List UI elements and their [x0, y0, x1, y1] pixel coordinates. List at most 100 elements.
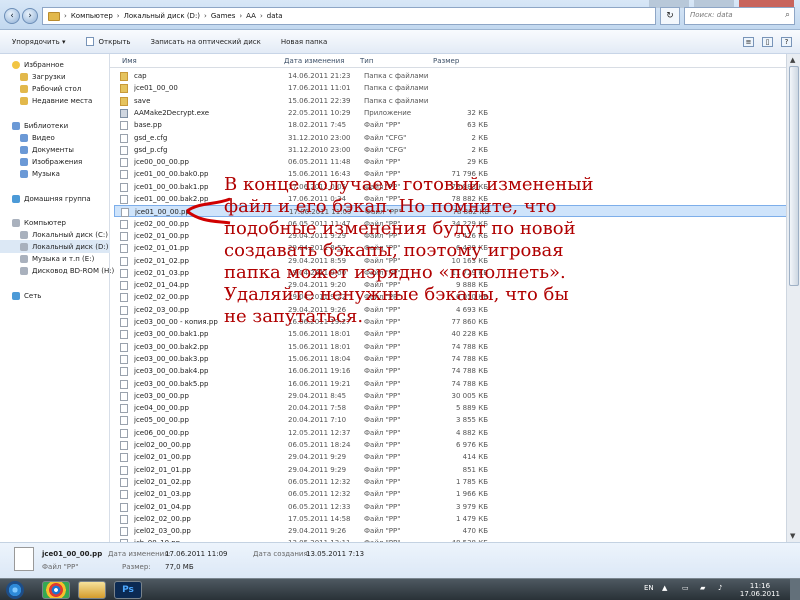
breadcrumb-drive-d[interactable]: Локальный диск (D:)	[124, 12, 200, 20]
file-size: 2 КБ	[471, 145, 488, 154]
file-row[interactable]: jcel02_01_03.pp 06.05.2011 12:32 Файл "PP"…	[114, 488, 788, 500]
address-bar[interactable]: › Компьютер › Локальный диск (D:) › Game…	[42, 7, 656, 25]
show-desktop-button[interactable]	[790, 579, 800, 600]
language-indicator[interactable]: EN	[644, 584, 654, 592]
scroll-up-icon[interactable]: ▲	[790, 56, 798, 64]
refresh-icon[interactable]: ↻	[660, 7, 680, 25]
organize-button[interactable]: Упорядочить ▾	[12, 38, 66, 46]
sidebar-item-homegroup[interactable]: Домашняя группа	[12, 192, 91, 205]
file-icon	[120, 502, 128, 512]
file-icon	[120, 256, 128, 266]
file-row[interactable]: jce03_00_00.bak2.pp 15.06.2011 18:01 Файл …	[114, 341, 788, 353]
file-icon	[120, 342, 128, 352]
file-size: 414 КБ	[462, 453, 488, 462]
music-library-icon	[20, 169, 28, 178]
sidebar-item-network[interactable]: Сеть	[12, 289, 41, 302]
explorer-titlebar: ‹ › › Компьютер › Локальный диск (D:) › …	[0, 0, 800, 30]
view-options-icon[interactable]: ≡	[743, 37, 754, 47]
sidebar-item-music[interactable]: Музыка	[20, 167, 60, 180]
file-size: 4 882 КБ	[455, 428, 488, 437]
open-button-label: Открыть	[98, 38, 131, 46]
file-row[interactable]: jcel02_02_00.pp 17.05.2011 14:58 Файл "PP"…	[114, 513, 788, 525]
file-row[interactable]: jce06_00_00.pp 12.05.2011 12:37 Файл "PP" 4…	[114, 427, 788, 439]
local-disk-icon	[20, 242, 28, 251]
breadcrumb-games[interactable]: Games	[211, 12, 236, 20]
file-size: 29 КБ	[467, 158, 488, 167]
back-button[interactable]: ‹	[4, 8, 20, 24]
file-icon	[120, 305, 128, 315]
preview-pane-icon[interactable]: ▯	[762, 37, 773, 47]
disc-drive-icon	[20, 266, 28, 275]
favorites-star-icon	[12, 60, 20, 69]
breadcrumb-separator: ›	[204, 12, 207, 20]
tray-arrow-icon[interactable]: ▲	[662, 584, 667, 592]
file-row[interactable]: jce03_00_00.bak4.pp 16.06.2011 19:16 Файл …	[114, 365, 788, 377]
file-name: base.pp	[134, 121, 162, 130]
explorer-taskbar-icon[interactable]	[78, 581, 106, 599]
annotation-text: В конце получаем готовый измененый файл …	[224, 174, 594, 327]
file-icon	[120, 145, 128, 155]
breadcrumb-data[interactable]: data	[267, 12, 283, 20]
file-size: 3 979 КБ	[455, 502, 488, 511]
file-date-modified: 12.05.2011 12:37	[288, 428, 351, 437]
file-row[interactable]: gsd_p.cfg 31.12.2010 23:00 Файл "CFG" 2 КБ	[114, 144, 788, 156]
file-row[interactable]: jce03_00_00.pp 29.04.2011 8:45 Файл "PP" 30…	[114, 390, 788, 402]
file-size: 470 КБ	[462, 527, 488, 536]
file-type: Папка с файлами	[364, 96, 429, 105]
sidebar-item-label: Изображения	[32, 157, 83, 166]
file-name: jce06_00_00.pp	[134, 428, 189, 437]
photoshop-taskbar-icon[interactable]: Ps	[114, 581, 142, 599]
file-icon	[120, 453, 128, 463]
file-icon	[120, 477, 128, 487]
file-row[interactable]: jcel02_00_00.pp 06.05.2011 18:24 Файл "PP"…	[114, 439, 788, 451]
search-input[interactable]: Поиск: data ⌕	[684, 7, 795, 25]
burn-disc-button[interactable]: Записать на оптический диск	[151, 38, 261, 46]
system-clock[interactable]: 11:16 17.06.2011	[740, 582, 780, 598]
vertical-scrollbar[interactable]: ▲ ▼	[786, 54, 800, 542]
new-folder-button[interactable]: Новая папка	[281, 38, 327, 46]
file-name: save	[134, 96, 151, 105]
breadcrumb-separator: ›	[64, 12, 67, 20]
documents-library-icon	[20, 145, 28, 154]
file-row[interactable]: cap 14.06.2011 21:23 Папка с файлами	[114, 70, 788, 82]
breadcrumb-aa[interactable]: AA	[246, 12, 256, 20]
file-row[interactable]: jcel02_03_00.pp 29.04.2011 9:26 Файл "PP" 4…	[114, 525, 788, 537]
file-date-modified: 06.05.2011 12:32	[288, 477, 351, 486]
help-icon[interactable]: ?	[781, 37, 792, 47]
file-row[interactable]: jce00_00_00.pp 06.05.2011 11:48 Файл "PP" 2…	[114, 156, 788, 168]
network-icon	[12, 291, 20, 300]
file-row[interactable]: jcel02_01_04.pp 06.05.2011 12:33 Файл "PP"…	[114, 501, 788, 513]
file-row[interactable]: jce03_00_00.bak1.pp 15.06.2011 18:01 Файл …	[114, 328, 788, 340]
file-row[interactable]: AAMake2Decrypt.exe 22.05.2011 10:29 Прилож…	[114, 107, 788, 119]
sidebar-item-recent-places[interactable]: Недавние места	[20, 94, 92, 107]
network-tray-icon[interactable]: ▰	[700, 584, 705, 592]
file-row[interactable]: jcel02_01_01.pp 29.04.2011 9:29 Файл "PP" 8…	[114, 464, 788, 476]
open-button[interactable]: Открыть	[85, 37, 131, 46]
scroll-down-icon[interactable]: ▼	[790, 532, 798, 540]
file-row[interactable]: jce03_00_00.bak3.pp 15.06.2011 18:04 Файл …	[114, 353, 788, 365]
breadcrumb-computer[interactable]: Компьютер	[71, 12, 113, 20]
scroll-thumb[interactable]	[789, 66, 799, 286]
file-row[interactable]: save 15.06.2011 22:39 Папка с файлами	[114, 95, 788, 107]
file-row[interactable]: base.pp 18.02.2011 7:45 Файл "PP" 63 КБ	[114, 119, 788, 131]
forward-button[interactable]: ›	[22, 8, 38, 24]
file-row[interactable]: gsd_e.cfg 31.12.2010 23:00 Файл "CFG" 2 КБ	[114, 132, 788, 144]
file-row[interactable]: jce04_00_00.pp 20.04.2011 7:58 Файл "PP" 5 …	[114, 402, 788, 414]
file-row[interactable]: jcel02_01_00.pp 29.04.2011 9:29 Файл "PP" 4…	[114, 451, 788, 463]
sidebar-item-label: Сеть	[24, 291, 42, 300]
file-name: jce03_00_00.pp	[134, 391, 189, 400]
volume-icon[interactable]: ♪	[718, 584, 722, 592]
chrome-taskbar-icon[interactable]	[42, 581, 70, 599]
file-row[interactable]: jce01_00_00 17.06.2011 11:01 Папка с файла…	[114, 82, 788, 94]
sidebar-item-bd-rom[interactable]: Дисковод BD-ROM (H:)	[20, 264, 114, 277]
modified-value: 17.06.2011 11:09	[165, 550, 228, 558]
battery-icon[interactable]: ▭	[682, 584, 689, 592]
file-row[interactable]: jce03_00_00.bak5.pp 16.06.2011 19:21 Файл …	[114, 378, 788, 390]
start-button-icon[interactable]	[6, 581, 24, 599]
file-row[interactable]: jce05_00_00.pp 20.04.2011 7:10 Файл "PP" 3 …	[114, 414, 788, 426]
sidebar-item-label: Компьютер	[24, 218, 66, 227]
file-size: 5 889 КБ	[455, 404, 488, 413]
file-size: 2 КБ	[471, 133, 488, 142]
file-row[interactable]: jcel02_01_02.pp 06.05.2011 12:32 Файл "PP"…	[114, 476, 788, 488]
file-size: 6 976 КБ	[455, 441, 488, 449]
